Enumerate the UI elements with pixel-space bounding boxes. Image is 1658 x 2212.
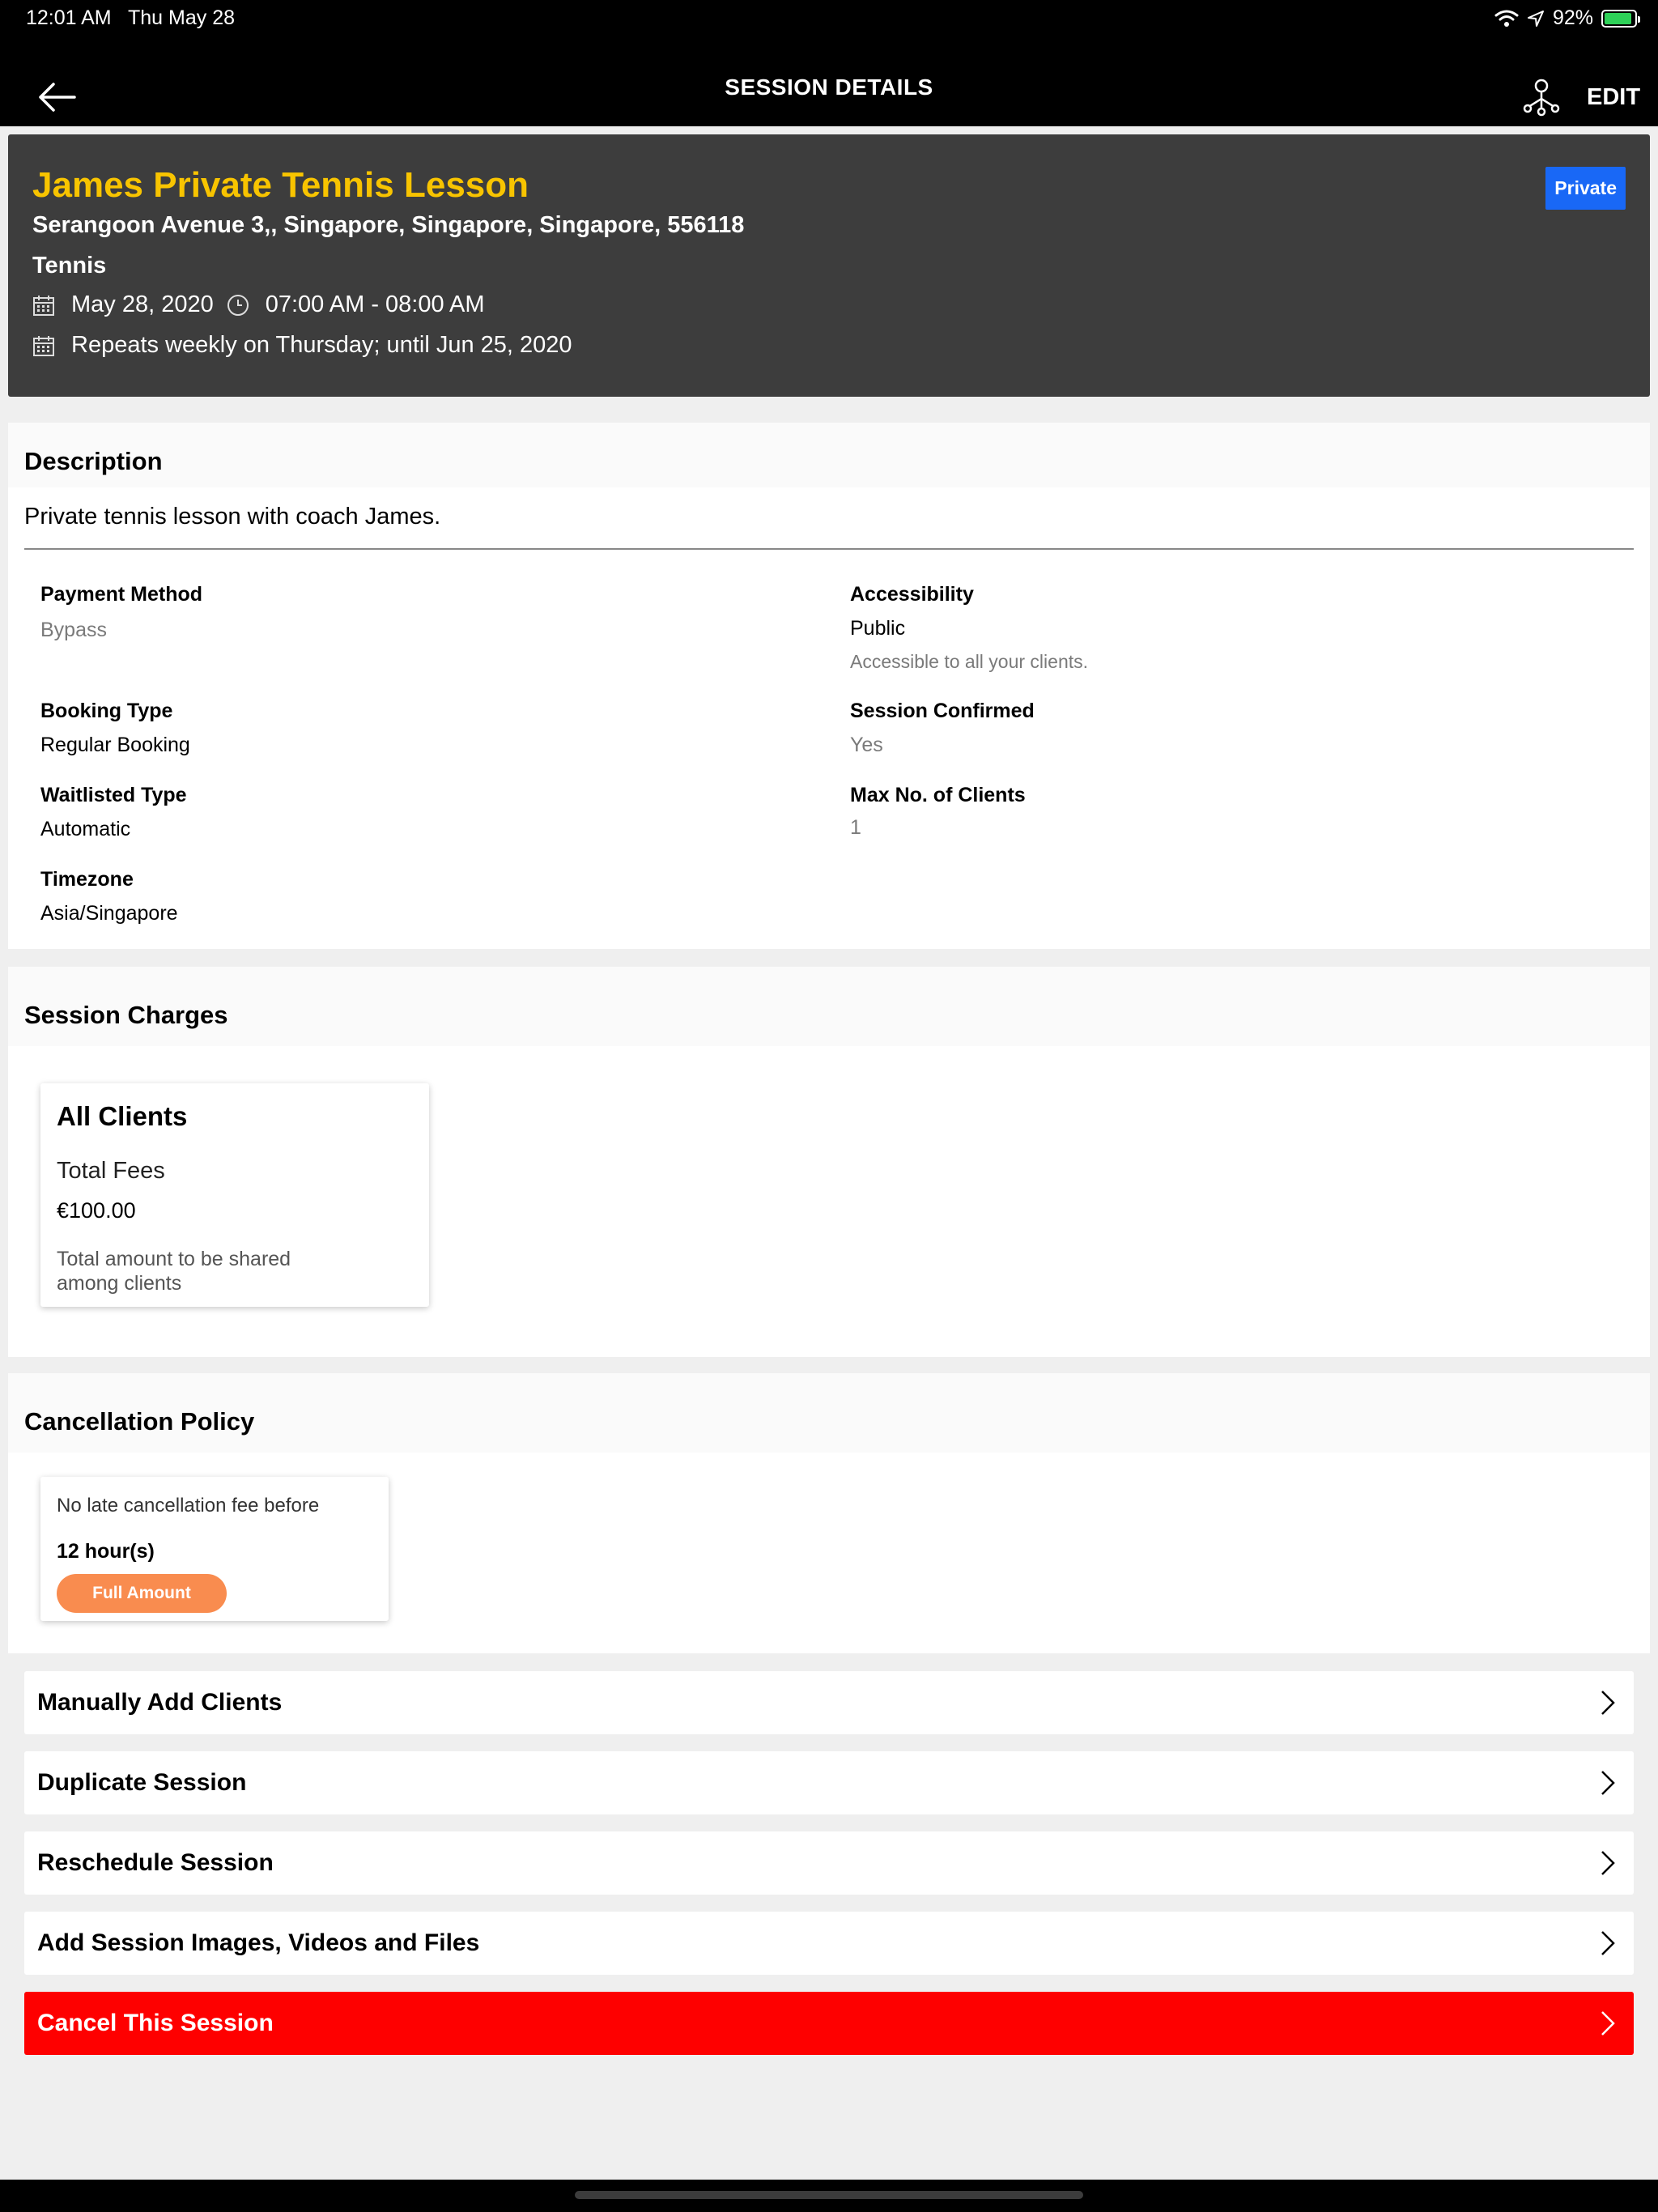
max-clients-label: Max No. of Clients [850,784,1026,806]
cancel-session-button[interactable]: Cancel This Session [24,1992,1634,2055]
cancellation-rule-text: No late cancellation fee before [57,1495,320,1516]
total-fees-note: Total amount to be shared among clients [57,1248,291,1295]
status-time: 12:01 AM [26,6,112,29]
cancellation-policy-heading: Cancellation Policy [24,1407,255,1436]
charge-card-all-clients: All Clients Total Fees €100.00 Total amo… [40,1083,429,1307]
session-charges-card: Session Charges All Clients Total Fees €… [8,967,1650,1357]
charge-card-title: All Clients [57,1101,188,1131]
total-fees-amount: €100.00 [57,1198,136,1223]
bottom-bar [0,2180,1658,2212]
session-confirmed-value: Yes [850,734,883,756]
calendar-icon [33,295,54,316]
status-indicators: 92% [1494,6,1640,30]
cancellation-policy-card: Cancellation Policy No late cancellation… [8,1373,1650,1653]
timezone-value: Asia/Singapore [40,902,178,925]
accessibility-note: Accessible to all your clients. [850,651,1089,672]
session-address: Serangoon Avenue 3,, Singapore, Singapor… [32,212,745,238]
session-charges-header: Session Charges [8,967,1650,1046]
session-date: May 28, 2020 [71,291,214,317]
action-label: Add Session Images, Videos and Files [37,1929,480,1956]
description-card: Description Private tennis lesson with c… [8,423,1650,949]
waitlisted-type-label: Waitlisted Type [40,784,187,806]
accessibility-label: Accessibility [850,583,974,606]
description-text: Private tennis lesson with coach James. [24,504,441,530]
booking-type-label: Booking Type [40,700,173,722]
chevron-right-icon [1601,2011,1615,2035]
battery-icon [1601,9,1640,28]
booking-type-value: Regular Booking [40,734,190,756]
add-session-media-button[interactable]: Add Session Images, Videos and Files [24,1912,1634,1975]
chevron-right-icon [1601,1931,1615,1955]
manually-add-clients-button[interactable]: Manually Add Clients [24,1671,1634,1734]
chevron-right-icon [1601,1691,1615,1715]
payment-method-label: Payment Method [40,583,203,606]
action-label: Reschedule Session [37,1849,274,1876]
divider [24,548,1634,550]
chevron-right-icon [1601,1851,1615,1875]
reschedule-session-button[interactable]: Reschedule Session [24,1831,1634,1895]
status-date: Thu May 28 [128,6,236,29]
timezone-label: Timezone [40,868,134,891]
full-amount-badge: Full Amount [57,1574,227,1613]
session-repeat: Repeats weekly on Thursday; until Jun 25… [71,332,572,358]
total-fees-label: Total Fees [57,1158,165,1184]
description-heading: Description [24,447,163,475]
share-network-icon[interactable] [1522,78,1561,117]
edit-button[interactable]: EDIT [1587,84,1640,111]
home-indicator[interactable] [575,2191,1083,2199]
description-header: Description [8,423,1650,487]
action-label: Cancel This Session [37,2010,274,2036]
location-icon [1527,10,1544,27]
battery-percent: 92% [1552,6,1593,29]
max-clients-value: 1 [850,816,861,839]
battery-fill [1605,12,1632,24]
session-header-card: James Private Tennis Lesson Serangoon Av… [8,134,1650,397]
session-datetime-row: May 28, 2020 07:00 AM - 08:00 AM [32,291,485,318]
action-label: Manually Add Clients [37,1689,283,1716]
clock-icon [227,294,249,316]
calendar-icon [33,335,54,356]
page-title: SESSION DETAILS [725,74,933,100]
duplicate-session-button[interactable]: Duplicate Session [24,1751,1634,1814]
session-repeat-row: Repeats weekly on Thursday; until Jun 25… [32,332,572,359]
privacy-badge: Private [1545,167,1626,210]
action-label: Duplicate Session [37,1769,247,1796]
session-title: James Private Tennis Lesson [32,165,529,205]
payment-method-value: Bypass [40,619,107,641]
session-sport: Tennis [32,253,107,279]
session-time-range: 07:00 AM - 08:00 AM [265,291,485,317]
session-confirmed-label: Session Confirmed [850,700,1035,722]
session-charges-heading: Session Charges [24,1001,228,1029]
accessibility-value: Public [850,617,906,640]
cancellation-rule-hours: 12 hour(s) [57,1540,155,1563]
cancellation-policy-header: Cancellation Policy [8,1373,1650,1453]
cancellation-rule-card: No late cancellation fee before 12 hour(… [40,1477,389,1621]
wifi-icon [1494,10,1519,27]
chevron-right-icon [1601,1771,1615,1795]
top-bar: 12:01 AM Thu May 28 92% SESSION DETAILS … [0,0,1658,126]
waitlisted-type-value: Automatic [40,818,131,840]
